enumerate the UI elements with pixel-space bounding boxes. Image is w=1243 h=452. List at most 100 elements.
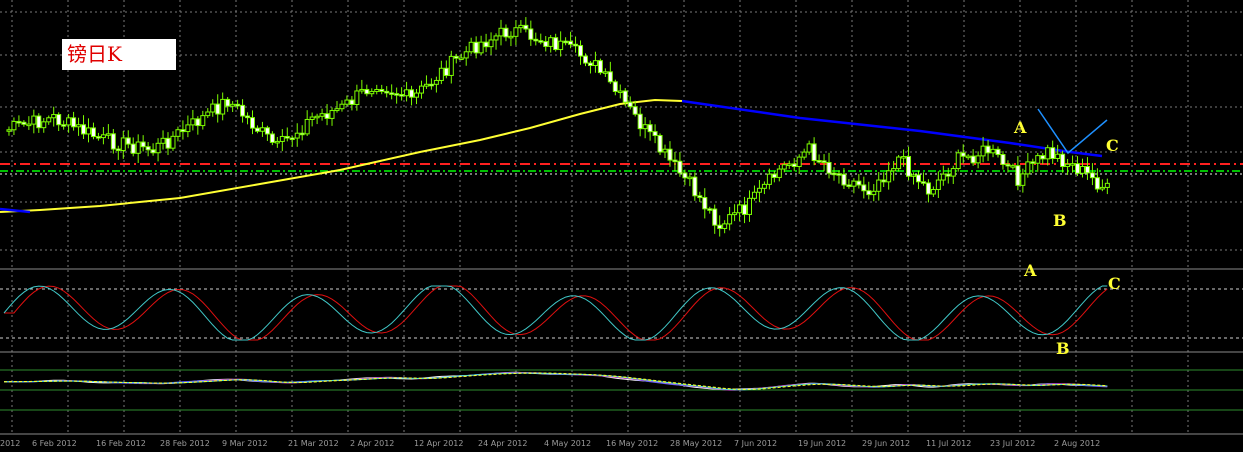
candle-body [409,89,415,98]
candle-body [354,90,360,105]
candle-body [279,135,285,142]
candle-body [299,132,305,136]
candle-body [722,223,728,229]
candle-body [950,168,956,177]
candle-body [975,155,981,164]
x-tick-label: 6 Feb 2012 [32,439,77,448]
candle-body [652,131,658,137]
forex-chart[interactable]: 2012 6 Feb 2012 16 Feb 2012 28 Feb 2012 9 Ma… [0,0,1243,452]
x-tick-label: 23 Jul 2012 [990,439,1035,448]
candle-body [851,180,857,187]
candle-body [548,37,554,47]
candle-body [1089,172,1095,179]
candle-body [573,43,579,47]
candle-body [866,190,872,196]
candle-body [1035,155,1041,164]
candle-body [945,173,951,177]
candle-body [6,129,12,132]
candle-body [160,137,166,144]
candle-body [886,170,892,183]
candle-body [115,148,121,152]
candle-body [761,183,767,189]
candle-body [1000,154,1006,165]
candle-body [443,67,449,76]
candle-body [100,134,106,139]
candle-body [200,115,206,127]
candle-body [1050,147,1056,160]
candle-body [205,111,211,117]
candle-body [682,172,688,179]
candle-body [1065,163,1071,168]
candle-body [225,98,231,107]
candle-body [737,204,743,214]
x-tick-label: 4 May 2012 [544,439,591,448]
candle-body [180,129,186,133]
x-axis: 2012 6 Feb 2012 16 Feb 2012 28 Feb 2012 9 Ma… [0,439,1100,448]
candle-body [538,40,544,43]
candle-body [955,152,961,170]
candle-body [185,124,191,133]
candle-body [841,173,847,186]
candle-body [438,67,444,81]
candle-body [264,127,270,135]
candle-body [632,106,638,115]
candle-body [587,62,593,66]
candle-body [155,142,161,154]
candle-body [563,40,569,44]
candle-body [667,148,673,161]
x-tick-label: 2 Apr 2012 [350,439,394,448]
candle-body [463,51,469,59]
candle-body [518,24,524,29]
x-tick-label: 21 Mar 2012 [288,439,339,448]
x-tick-label: 16 Feb 2012 [96,439,146,448]
candle-body [503,27,509,38]
candle-body [602,71,608,74]
candle-body [150,149,156,154]
candle-body [965,155,971,159]
candle-body [1055,153,1061,160]
candle-body [389,92,395,95]
candle-body [359,88,365,92]
candle-body [801,151,807,158]
candle-body [751,191,757,199]
candle-body [876,179,882,192]
candle-body [274,140,280,144]
candle-body [508,35,514,39]
x-tick-label: 16 May 2012 [606,439,658,448]
x-tick-label: 19 Jun 2012 [798,439,846,448]
candle-body [21,121,27,125]
candle-body [135,141,141,154]
candle-body [980,145,986,157]
candle-body [657,135,663,153]
x-tick-label: 2 Aug 2012 [1054,439,1100,448]
candle-body [533,38,539,42]
candle-body [384,90,390,94]
candle-body [230,103,236,107]
candle-body [637,113,643,130]
candle-body [468,41,474,53]
candle-body [16,120,22,124]
label-main-C: C [1106,136,1119,155]
candle-body [612,81,618,92]
candle-body [543,41,549,47]
candle-body [1104,182,1110,188]
candle-body [568,40,574,45]
candle-body [990,148,996,154]
x-tick-label: 29 Jun 2012 [862,439,910,448]
candle-body [821,160,827,163]
candle-body [622,90,628,103]
candle-body [215,103,221,115]
candle-body [428,83,434,87]
x-tick-label: 9 Mar 2012 [222,439,268,448]
candle-body [796,156,802,167]
candle-body [120,137,126,152]
candle-body [11,120,17,131]
candle-body [786,163,792,166]
candle-body [210,103,216,113]
candle-body [1040,155,1046,160]
candle-body [692,176,698,197]
candle-body [558,40,564,51]
candle-body [259,127,265,132]
candle-body [791,163,797,167]
candle-body [105,133,111,136]
